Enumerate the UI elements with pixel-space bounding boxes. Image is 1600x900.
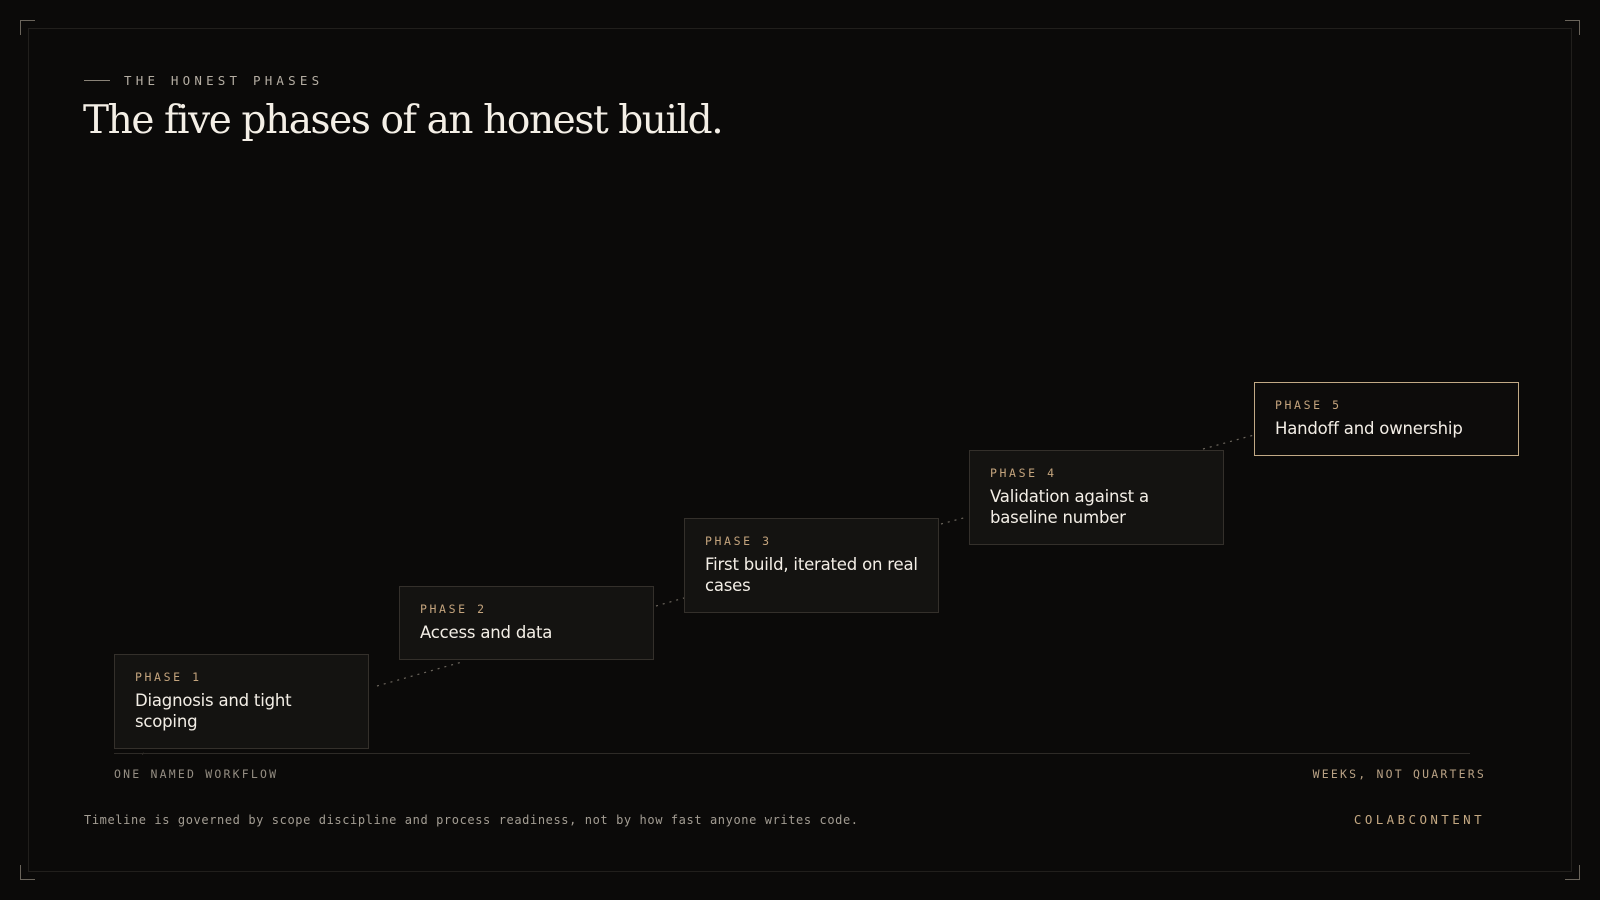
phase-title: Diagnosis and tight scoping <box>135 691 292 731</box>
phase-label: PHASE 3 <box>705 534 772 548</box>
phase-card-3: PHASE 3 First build, iterated on real ca… <box>684 518 939 613</box>
connector-2-3 <box>655 597 685 607</box>
timeline-baseline <box>114 753 1470 754</box>
phase-card-5: PHASE 5 Handoff and ownership <box>1254 382 1519 456</box>
brand-wordmark: COLABCONTENT <box>1353 812 1485 827</box>
phase-title: Access and data <box>420 623 553 642</box>
connector-1-2 <box>376 661 463 687</box>
phase-card-1: PHASE 1 Diagnosis and tight scoping <box>114 654 369 749</box>
phase-label: PHASE 2 <box>420 602 487 616</box>
footnote: Timeline is governed by scope discipline… <box>84 813 859 827</box>
phase-card-2: PHASE 2 Access and data <box>399 586 654 660</box>
phase-label: PHASE 5 <box>1275 398 1342 412</box>
phase-label: PHASE 1 <box>135 670 202 684</box>
phase-title: Validation against a baseline number <box>990 487 1149 527</box>
axis-end-label: WEEKS, NOT QUARTERS <box>1312 767 1486 781</box>
axis-start-label: ONE NAMED WORKFLOW <box>114 767 279 781</box>
phase-card-4: PHASE 4 Validation against a baseline nu… <box>969 450 1224 545</box>
connector-3-4 <box>940 516 968 525</box>
connector-4-5 <box>1202 434 1255 450</box>
phase-label: PHASE 4 <box>990 466 1057 480</box>
phase-title: First build, iterated on real cases <box>705 555 918 595</box>
phase-title: Handoff and ownership <box>1275 419 1463 438</box>
